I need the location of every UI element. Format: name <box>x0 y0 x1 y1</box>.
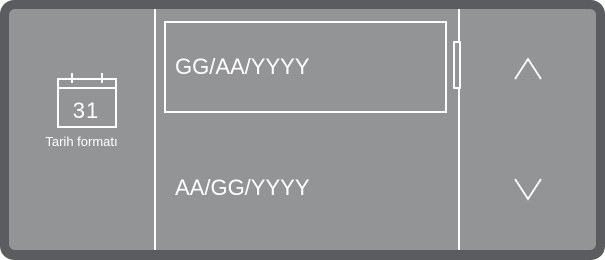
setting-caption: Tarih formatı <box>45 134 118 149</box>
scroll-up-button[interactable] <box>460 14 596 124</box>
calendar-day-number: 31 <box>72 98 100 123</box>
option-list: GG/AA/YYYY AA/GG/YYYY <box>156 9 458 250</box>
chevron-up-icon <box>514 57 542 80</box>
chevron-down-icon <box>514 178 542 201</box>
option-date-format-mdy[interactable]: AA/GG/YYYY <box>164 146 447 230</box>
setting-info-panel: 31 Tarih formatı <box>9 9 154 250</box>
navigation-panel <box>460 9 596 250</box>
option-label: GG/AA/YYYY <box>175 54 310 79</box>
device-frame: 31 Tarih formatı GG/AA/YYYY AA/GG/YYYY <box>0 0 605 260</box>
scroll-down-button[interactable] <box>460 134 596 244</box>
display-screen: 31 Tarih formatı GG/AA/YYYY AA/GG/YYYY <box>9 9 596 250</box>
option-date-format-dmy[interactable]: GG/AA/YYYY <box>164 21 447 113</box>
option-label: AA/GG/YYYY <box>175 175 310 200</box>
